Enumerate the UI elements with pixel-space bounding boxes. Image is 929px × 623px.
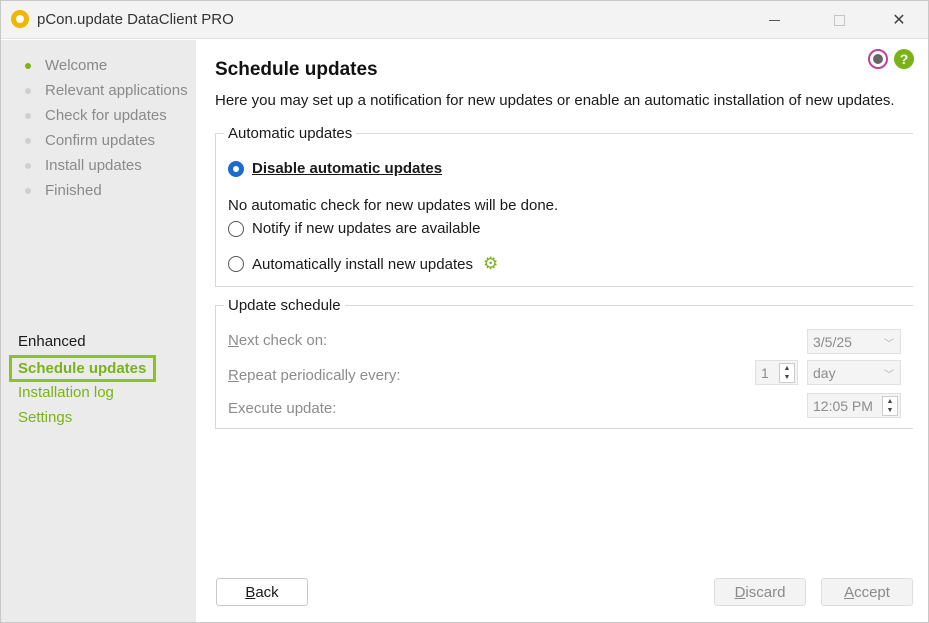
notify-updates-option[interactable]: Notify if new updates are available (228, 220, 480, 237)
main-panel: ? Schedule updates Here you may set up a… (196, 40, 928, 622)
help-icon[interactable]: ? (894, 49, 914, 69)
window-title: pCon.update DataClient PRO (37, 11, 234, 28)
step-dot-icon (25, 87, 31, 94)
radio-checked-icon[interactable] (228, 160, 244, 177)
page-description: Here you may set up a notification for n… (215, 92, 895, 109)
automatic-updates-group: Automatic updates Disable automatic upda… (215, 125, 913, 287)
step-welcome: Welcome (25, 57, 107, 74)
discard-button[interactable]: Discard (714, 578, 806, 606)
next-check-label: Next check on: (228, 332, 328, 349)
step-dot-icon (25, 112, 31, 119)
step-finished: Finished (25, 182, 102, 199)
nav-settings[interactable]: Settings (18, 409, 72, 426)
stepper-arrows-icon[interactable]: ▲ ▼ (779, 363, 795, 383)
minimize-button[interactable] (751, 1, 797, 39)
update-schedule-group: Update schedule Next check on: 3/5/25 ﹀ … (215, 297, 913, 429)
nav-schedule-updates[interactable]: Schedule updates (9, 355, 156, 382)
step-dot-icon (25, 62, 31, 69)
step-confirm-updates: Confirm updates (25, 132, 155, 149)
back-button[interactable]: Back (216, 578, 308, 606)
next-check-date-picker[interactable]: 3/5/25 ﹀ (807, 329, 901, 354)
step-install-updates: Install updates (25, 157, 142, 174)
page-title: Schedule updates (215, 59, 378, 80)
automatic-updates-note: No automatic check for new updates will … (228, 197, 559, 214)
step-dot-icon (25, 137, 31, 144)
step-check-for-updates: Check for updates (25, 107, 167, 124)
enhanced-heading: Enhanced (18, 333, 86, 350)
app-logo-icon (11, 10, 29, 28)
repeat-unit-select[interactable]: day ﹀ (807, 360, 901, 385)
radio-unchecked-icon[interactable] (228, 220, 244, 237)
gear-icon[interactable]: ⚙ (483, 254, 498, 274)
sidebar: Welcome Relevant applications Check for … (1, 40, 196, 622)
step-relevant-applications: Relevant applications (25, 82, 188, 99)
user-account-icon[interactable] (868, 49, 888, 69)
step-dot-icon (25, 162, 31, 169)
update-schedule-legend: Update schedule (224, 297, 345, 314)
close-icon: ✕ (892, 12, 906, 29)
maximize-icon (833, 14, 845, 26)
minimize-icon (768, 19, 780, 21)
repeat-count-stepper[interactable]: 1 ▲ ▼ (755, 360, 798, 385)
chevron-down-icon: ﹀ (884, 339, 894, 350)
stepper-arrows-icon[interactable]: ▲ ▼ (882, 396, 898, 416)
repeat-label: Repeat periodically every: (228, 367, 401, 384)
close-button[interactable]: ✕ (876, 1, 922, 39)
execute-time-picker[interactable]: 12:05 PM ▲ ▼ (807, 393, 901, 418)
auto-install-updates-option[interactable]: Automatically install new updates ⚙ (228, 254, 498, 274)
execute-update-label: Execute update: (228, 400, 337, 417)
automatic-updates-legend: Automatic updates (224, 125, 357, 142)
app-window: pCon.update DataClient PRO ✕ Welcome Rel… (0, 0, 929, 623)
step-dot-icon (25, 187, 31, 194)
chevron-down-icon: ﹀ (884, 370, 894, 381)
maximize-button[interactable] (816, 1, 862, 39)
nav-installation-log[interactable]: Installation log (18, 384, 114, 401)
radio-unchecked-icon[interactable] (228, 256, 244, 272)
accept-button[interactable]: Accept (821, 578, 913, 606)
header-icons: ? (868, 49, 914, 69)
title-bar: pCon.update DataClient PRO ✕ (1, 1, 928, 39)
disable-automatic-updates-option[interactable]: Disable automatic updates (228, 160, 442, 177)
